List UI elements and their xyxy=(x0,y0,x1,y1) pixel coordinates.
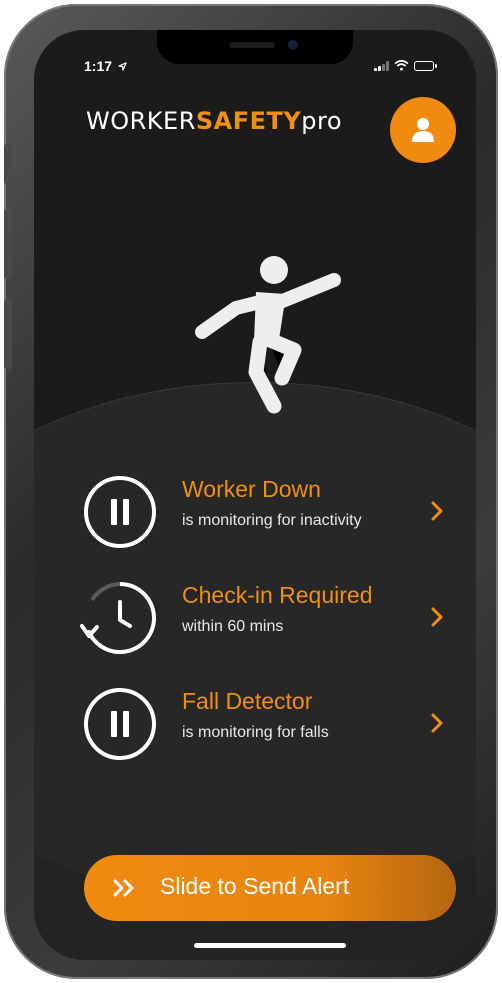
monitor-title: Worker Down xyxy=(182,476,321,502)
status-time: 1:17 xyxy=(84,58,127,74)
side-button xyxy=(4,144,12,184)
location-arrow-icon xyxy=(118,62,127,71)
person-falling-icon xyxy=(195,256,341,414)
phone-frame: 1:17 WORKERSAFETYpro Worker Down is moni… xyxy=(4,4,498,979)
cellular-signal-icon xyxy=(374,60,389,71)
side-button xyxy=(4,209,12,279)
monitor-check-in[interactable]: Check-in Required within 60 mins xyxy=(80,578,456,658)
home-indicator[interactable] xyxy=(194,943,346,948)
slide-label: Slide to Send Alert xyxy=(160,873,350,899)
status-icons xyxy=(374,60,437,71)
pause-icon[interactable] xyxy=(84,688,156,760)
double-chevron-right-icon[interactable] xyxy=(110,874,144,902)
timer-icon[interactable] xyxy=(80,578,160,658)
chevron-right-icon xyxy=(431,501,443,521)
chevron-right-icon xyxy=(431,607,443,627)
app-logo: WORKERSAFETYpro xyxy=(86,107,342,135)
pause-icon[interactable] xyxy=(84,476,156,548)
logo-worker: WORKER xyxy=(86,107,196,135)
slide-to-alert-slider[interactable]: Slide to Send Alert xyxy=(84,855,456,921)
app-screen: 1:17 WORKERSAFETYpro Worker Down is moni… xyxy=(34,30,476,960)
status-time-text: 1:17 xyxy=(84,58,113,74)
monitor-fall-detector[interactable]: Fall Detector is monitoring for falls xyxy=(80,684,456,764)
monitor-worker-down[interactable]: Worker Down is monitoring for inactivity xyxy=(80,472,456,552)
speaker xyxy=(229,42,275,48)
monitor-subtitle: is monitoring for inactivity xyxy=(182,512,362,529)
chevron-right-icon xyxy=(431,713,443,733)
logo-safety: SAFETY xyxy=(195,107,302,135)
monitor-subtitle: is monitoring for falls xyxy=(182,724,329,741)
notch xyxy=(157,30,353,64)
wifi-icon xyxy=(394,60,409,71)
camera xyxy=(288,40,298,50)
user-icon xyxy=(412,118,434,142)
battery-icon xyxy=(414,60,437,71)
logo-pro: pro xyxy=(301,107,343,135)
monitor-title: Check-in Required xyxy=(182,582,373,608)
monitor-subtitle: within 60 mins xyxy=(182,618,284,635)
monitor-title: Fall Detector xyxy=(182,688,313,714)
side-button xyxy=(4,299,12,369)
profile-button[interactable] xyxy=(390,97,456,163)
